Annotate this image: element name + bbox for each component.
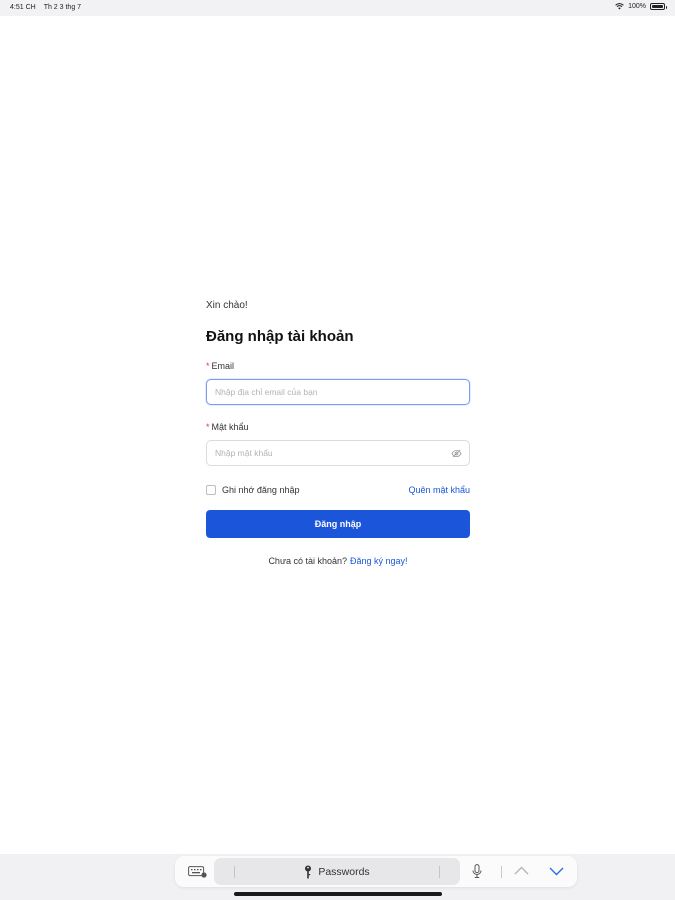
screen: 4:51 CH Th 2 3 thg 7 100% Xin chào! Đăng… (0, 0, 675, 900)
login-button[interactable]: Đăng nhập (206, 510, 470, 538)
email-label: * Email (206, 361, 470, 372)
chevron-up-icon[interactable] (514, 866, 529, 875)
assistant-pill: Passwords (175, 856, 577, 887)
wifi-icon (615, 3, 624, 10)
email-field-box (206, 379, 470, 405)
email-field[interactable] (207, 380, 469, 404)
email-label-text: Email (211, 361, 235, 371)
key-icon (305, 865, 312, 878)
home-indicator[interactable] (234, 892, 442, 896)
chevron-down-icon[interactable] (549, 867, 564, 876)
status-bar: 4:51 CH Th 2 3 thg 7 100% (0, 0, 675, 16)
status-time: 4:51 CH (10, 4, 36, 11)
battery-fill (652, 5, 663, 8)
battery-percent: 100% (628, 3, 646, 10)
password-label: * Mật khẩu (206, 422, 470, 433)
signup-prompt: Chưa có tài khoản? (268, 556, 348, 566)
keyboard-icon[interactable] (188, 866, 207, 878)
signup-link[interactable]: Đăng ký ngay! (350, 556, 408, 566)
remember-me[interactable]: Ghi nhớ đăng nhập (206, 485, 299, 495)
signup-row: Chưa có tài khoản? Đăng ký ngay! (206, 556, 470, 566)
microphone-icon[interactable] (472, 864, 482, 879)
required-marker: * (206, 422, 210, 432)
page-title: Đăng nhập tài khoản (206, 328, 354, 345)
passwords-content: Passwords (214, 858, 460, 885)
status-left: 4:51 CH Th 2 3 thg 7 (10, 4, 81, 11)
passwords-label: Passwords (318, 865, 370, 878)
status-date: Th 2 3 thg 7 (43, 4, 82, 11)
battery-icon (650, 3, 667, 10)
status-right: 100% (615, 3, 667, 10)
required-marker: * (206, 361, 210, 371)
remember-label: Ghi nhớ đăng nhập (222, 485, 300, 495)
remember-checkbox[interactable] (206, 485, 216, 495)
password-field-box (206, 440, 470, 466)
greeting-text: Xin chào! (206, 300, 248, 311)
divider (501, 866, 502, 878)
login-options: Ghi nhớ đăng nhập Quên mật khẩu (206, 484, 470, 496)
login-form: Xin chào! Đăng nhập tài khoản *Email *Mậ… (206, 300, 470, 566)
forgot-password-link[interactable]: Quên mật khẩu (408, 485, 470, 495)
eye-off-icon[interactable] (451, 449, 462, 458)
passwords-button[interactable]: Passwords (214, 858, 460, 885)
password-field[interactable] (207, 441, 469, 465)
password-label-text: Mật khẩu (211, 422, 249, 432)
